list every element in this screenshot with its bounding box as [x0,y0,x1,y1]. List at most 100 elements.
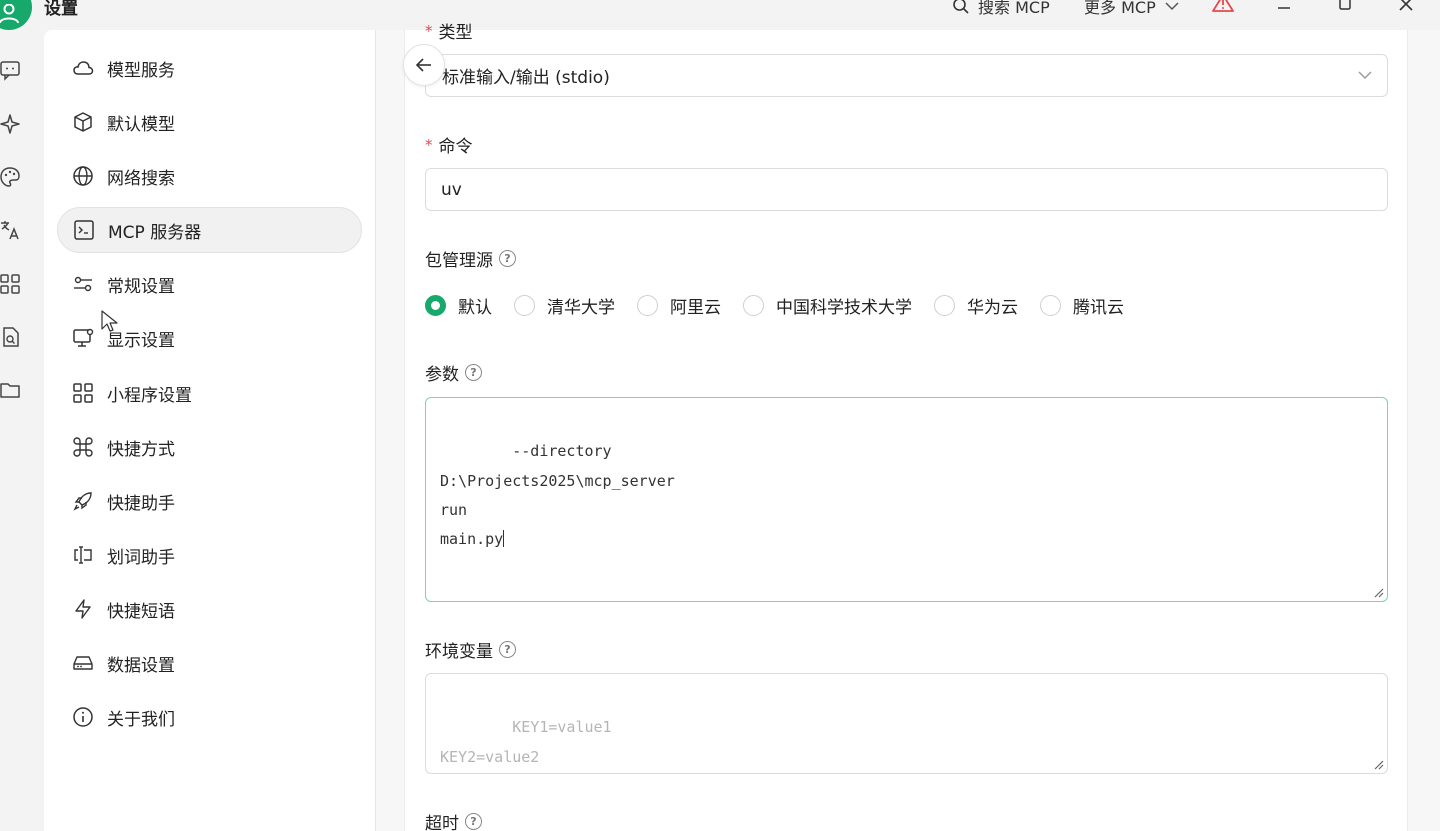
command-icon [71,435,95,459]
args-label-text: 参数 [425,365,459,385]
args-label: 参数 ? [425,360,482,385]
radio-registry-ustc[interactable]: 中国科学技术大学 [743,293,912,318]
translate-icon[interactable] [0,218,22,242]
nav-item-label: 划词助手 [107,547,175,568]
warning-icon[interactable] [1212,0,1234,16]
help-icon[interactable]: ? [465,364,482,381]
radio-registry-huawei[interactable]: 华为云 [934,293,1018,318]
args-textarea[interactable]: --directory D:\Projects2025\mcp_server r… [425,397,1388,602]
resize-handle-icon[interactable] [1372,586,1384,598]
search-mcp-button[interactable]: 搜索 MCP [952,0,1050,18]
help-icon[interactable]: ? [465,813,482,830]
icon-rail [0,30,44,831]
settings-window: 设置 搜索 MCP 更多 MCP 模型服务 默认模型 网络搜索 MCP 服务器 … [0,0,1440,831]
nav-item-label: MCP 服务器 [108,222,202,243]
help-icon[interactable]: ? [499,250,516,267]
nav-item-label: 快捷短语 [107,601,175,622]
minimize-icon [1278,7,1290,9]
nav-item-label: 数据设置 [107,655,175,676]
type-label-text: 类型 [438,23,473,43]
radio-label: 阿里云 [670,297,721,318]
registry-label: 包管理源 ? [425,246,516,271]
nav-item-web-search[interactable]: 网络搜索 [57,153,362,199]
nav-item-default-model[interactable]: 默认模型 [57,99,362,145]
file-search-icon[interactable] [0,325,22,349]
app-title: 设置 [44,0,78,19]
nav-item-label: 默认模型 [107,114,175,135]
globe-icon [71,164,95,188]
env-label-text: 环境变量 [425,642,493,662]
nav-item-model-service[interactable]: 模型服务 [57,45,362,91]
sparkle-icon[interactable] [0,112,22,136]
type-label: * 类型 [425,18,473,44]
nav-item-shortcuts[interactable]: 快捷方式 [57,424,362,470]
cloud-icon [71,56,95,80]
settings-nav: 模型服务 默认模型 网络搜索 MCP 服务器 常规设置 显示设置 小程序设置 快… [44,30,376,831]
hard-drive-icon [71,651,95,675]
folder-icon[interactable] [0,378,22,402]
type-select[interactable]: 标准输入/输出 (stdio) [425,54,1388,97]
nav-item-general-settings[interactable]: 常规设置 [57,261,362,307]
maximize-icon [1339,0,1351,10]
back-button[interactable] [403,44,445,86]
nav-item-label: 常规设置 [107,276,175,297]
chat-icon[interactable] [0,58,22,82]
radio-registry-aliyun[interactable]: 阿里云 [637,293,721,318]
radio-registry-default[interactable]: 默认 [425,293,492,318]
nav-item-label: 网络搜索 [107,168,175,189]
radio-label: 华为云 [967,297,1018,318]
command-input-value: uv [441,179,462,200]
title-bar: 设置 搜索 MCP 更多 MCP [0,0,1440,30]
timeout-label-text: 超时 [425,814,459,831]
nav-item-selection-assistant[interactable]: 划词助手 [57,532,362,578]
radio-button [1040,294,1061,316]
resize-handle-icon[interactable] [1372,758,1384,770]
more-mcp-dropdown[interactable]: 更多 MCP [1084,0,1180,18]
zap-icon [71,597,95,621]
radio-button [514,294,535,316]
registry-radio-group: 默认 清华大学 阿里云 中国科学技术大学 华为云 腾讯云 [425,292,1146,318]
radio-button [425,294,446,316]
radio-registry-tsinghua[interactable]: 清华大学 [514,293,615,318]
nav-item-quick-assistant[interactable]: 快捷助手 [57,478,362,524]
content-area: * 类型 标准输入/输出 (stdio) * 命令 uv 包管理源 ? 默认 清… [376,22,1440,831]
help-icon[interactable]: ? [499,641,516,658]
search-icon [953,0,969,14]
command-input[interactable]: uv [425,168,1388,211]
grid-icon [71,381,95,405]
search-mcp-label: 搜索 MCP [978,0,1050,17]
palette-icon[interactable] [0,165,22,189]
command-label: * 命令 [425,132,473,158]
maximize-button[interactable] [1333,0,1357,16]
command-label-text: 命令 [438,137,473,157]
chevron-down-icon [1165,2,1179,11]
nav-item-about[interactable]: 关于我们 [57,694,362,740]
required-mark: * [425,21,433,40]
nav-item-data-settings[interactable]: 数据设置 [57,640,362,686]
env-textarea[interactable]: KEY1=value1 KEY2=value2 [425,673,1388,774]
radio-button [934,294,955,316]
nav-item-quick-phrases[interactable]: 快捷短语 [57,586,362,632]
radio-label: 清华大学 [547,297,615,318]
user-icon [0,4,19,24]
avatar[interactable] [0,0,32,30]
nav-item-mcp-server[interactable]: MCP 服务器 [57,207,362,253]
close-button[interactable] [1394,0,1418,16]
mouse-cursor-icon [101,310,118,332]
registry-label-text: 包管理源 [425,251,493,271]
close-icon [1399,0,1413,11]
minimize-button[interactable] [1272,0,1296,16]
monitor-icon [71,326,95,350]
apps-icon[interactable] [0,272,22,296]
radio-button [743,294,764,316]
sliders-icon [71,272,95,296]
radio-registry-tencent[interactable]: 腾讯云 [1040,293,1124,318]
radio-label: 腾讯云 [1073,297,1124,318]
env-textarea-placeholder: KEY1=value1 KEY2=value2 [440,718,612,766]
text-caret [503,530,505,548]
radio-button [637,294,658,316]
nav-item-label: 快捷方式 [107,439,175,460]
nav-item-label: 小程序设置 [107,385,192,406]
info-icon [71,705,95,729]
nav-item-miniapp-settings[interactable]: 小程序设置 [57,370,362,416]
